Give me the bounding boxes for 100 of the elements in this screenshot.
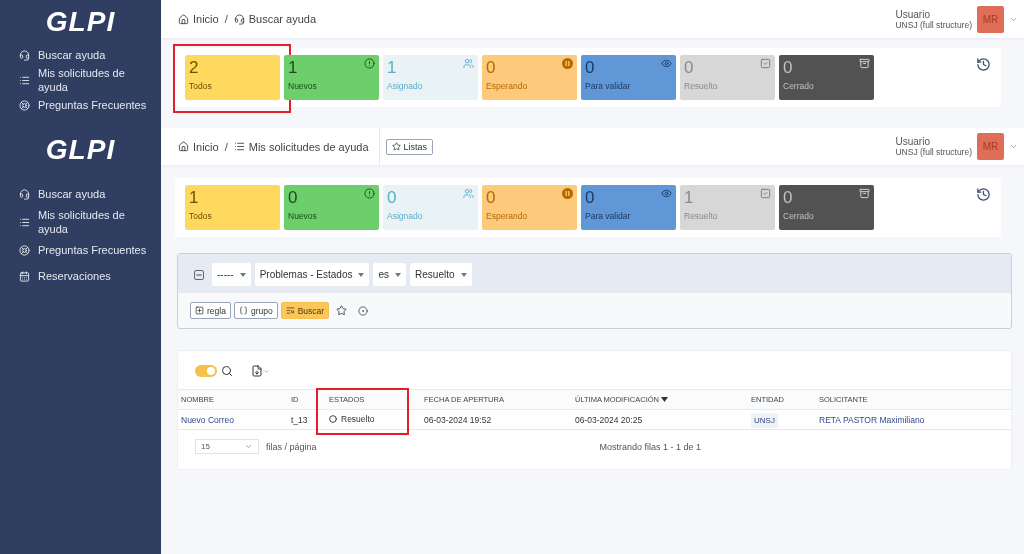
page-size-label: filas / página [266,441,317,452]
sidebar-item[interactable]: Mis solicitudes de ayuda [0,66,161,94]
export-button[interactable] [251,365,270,377]
lifebuoy-icon [19,99,30,111]
status-count: 0 [486,188,496,208]
status-count: 2 [189,58,199,78]
breadcrumb-separator: / [224,140,228,153]
status-label: Para validar [585,81,631,91]
file-download-icon [251,365,263,377]
user-entity: UNSJ (full structure) [895,19,972,30]
caret-icon [244,442,253,451]
status-label: Esperando [486,81,528,91]
breadcrumb-separator: / [224,13,228,25]
sidebar-item[interactable]: Buscar ayuda [0,182,161,206]
circle-dot-icon [358,305,369,316]
headset-icon [19,49,30,61]
status-card[interactable]: 2 Todos [185,55,280,100]
home-icon [178,141,189,152]
eye-icon [661,188,672,199]
status-count: 0 [585,58,595,78]
alert-icon [364,188,375,199]
logo: GLPI [45,6,116,38]
sidebar-item[interactable]: Reservaciones [0,264,161,288]
status-count: 0 [486,58,496,78]
archive-icon [859,188,870,199]
calendar-icon [19,270,30,282]
pagination-summary: Mostrando filas 1 - 1 de 1 [599,441,702,452]
status-card[interactable]: 1 Nuevos [284,55,379,100]
logo: GLPI [45,134,116,166]
search-button[interactable]: Buscar [280,302,330,319]
history-icon[interactable] [976,187,991,202]
status-cell: Resuelto [329,414,375,424]
status-label: Nuevos [288,81,317,91]
breadcrumb-link[interactable]: Buscar ayuda [233,13,316,25]
requester-link[interactable]: RETA PASTOR Maximiliano [819,414,925,425]
status-count: 1 [387,58,397,78]
star-icon [336,305,348,316]
status-label: Asignado [387,211,423,221]
archive-icon [859,58,870,69]
checkbox-icon [760,58,771,69]
list-icon [19,74,30,86]
status-count: 0 [783,58,793,78]
star-icon [391,142,401,151]
alert-icon [364,58,375,69]
criteria-select[interactable]: es [373,263,407,286]
user-name: Usuario [895,136,931,147]
sidebar-item[interactable]: Buscar ayuda [0,46,161,64]
breadcrumb-link[interactable]: Inicio [178,140,219,153]
history-icon[interactable] [976,57,991,72]
status-label: Resuelto [684,211,718,221]
headset-icon [19,188,30,200]
status-count: 0 [783,188,793,208]
home-icon [178,13,189,25]
status-label: Resuelto [684,81,718,91]
criteria-select[interactable]: Problemas - Estados [254,263,370,286]
status-card[interactable]: 0 Nuevos [284,185,379,230]
lists-button[interactable]: Listas [385,138,434,155]
eye-icon [661,58,672,69]
status-card[interactable]: 1 Todos [185,185,280,230]
table-cell: 06-03-2024 20:25 [575,414,643,425]
status-count: 0 [684,58,694,78]
status-count: 1 [684,188,694,208]
status-label: Para validar [585,211,631,221]
lifebuoy-icon [19,244,30,256]
status-label: Cerrado [783,81,814,91]
sidebar-item[interactable]: Mis solicitudes de ayuda [0,208,161,236]
ticket-link[interactable]: Nuevo Correo [181,414,234,425]
sidebar-item[interactable]: Preguntas Frecuentes [0,238,161,262]
status-card[interactable]: 0 Para validar [581,55,676,100]
status-count: 0 [288,188,298,208]
search-icon [285,306,295,315]
list-icon [233,141,245,152]
status-card[interactable]: 0 Cerrado [779,55,874,100]
criteria-select[interactable]: Resuelto [410,263,472,286]
list-icon [19,216,30,228]
entity-badge: UNSJ [751,412,778,428]
breadcrumb-link[interactable]: Mis solicitudes de ayuda [233,140,369,153]
criteria-select[interactable]: ----- [212,263,251,286]
sort-desc-icon [661,397,669,402]
sidebar-item[interactable]: Preguntas Frecuentes [0,96,161,114]
caret-icon [395,272,402,277]
status-count: 1 [189,188,199,208]
add-rule-button[interactable]: regla [190,302,231,319]
square-plus-icon [195,306,204,315]
users-icon [463,188,474,199]
status-count: 1 [288,58,298,78]
user-name: Usuario [895,8,931,20]
caret-icon [460,272,467,277]
status-card[interactable]: 0 Cerrado [779,185,874,230]
status-card[interactable]: 0 Para validar [581,185,676,230]
braces-icon [238,306,248,315]
status-label: Todos [189,211,212,221]
caret-icon [263,367,270,375]
breadcrumb-link[interactable]: Inicio [178,13,219,25]
toggle-switch[interactable] [195,365,217,377]
search-icon[interactable] [221,365,233,377]
caret-icon [239,272,246,277]
add-group-button[interactable]: grupo [233,302,278,319]
pause-icon [562,188,573,199]
page-size-select[interactable]: 15 [195,439,259,454]
